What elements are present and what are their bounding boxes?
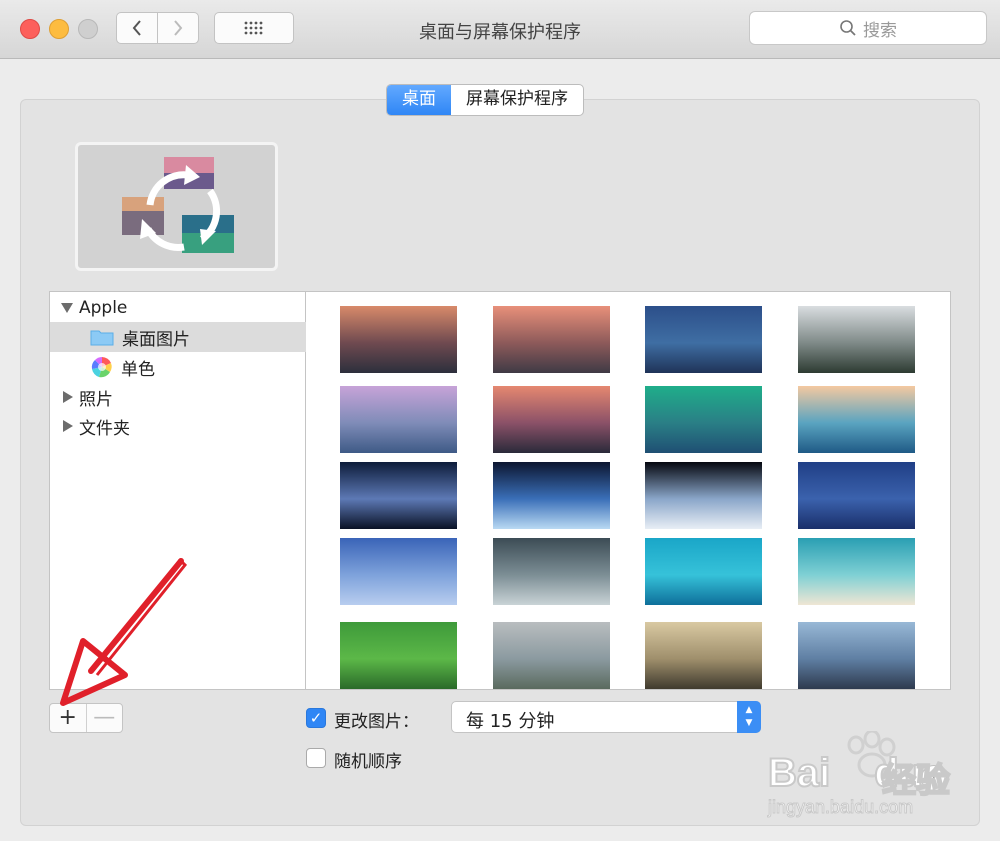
color-wheel-icon (91, 357, 112, 378)
wallpaper-thumb-blue-mountains-dusk[interactable] (645, 306, 762, 373)
wallpaper-thumb-green-wave[interactable] (645, 386, 762, 453)
wallpaper-thumb-ocean-wave-blue[interactable] (798, 386, 915, 453)
wallpaper-thumb-storm-clouds[interactable] (493, 538, 610, 605)
title-bar: 桌面与屏幕保护程序 搜索 (0, 0, 1000, 59)
watermark-cn: 经验 (881, 760, 951, 802)
search-placeholder: 搜索 (863, 20, 897, 41)
sidebar-item-folders[interactable]: 文件夹 (50, 411, 318, 441)
sidebar-item-label: Apple (79, 298, 128, 318)
tab-desktop[interactable]: 桌面 (387, 85, 451, 115)
sidebar-item-solid-colors[interactable]: 单色 (50, 352, 346, 382)
sidebar-item-label: 单色 (121, 359, 155, 380)
wallpaper-thumb-sky-crescent-moon[interactable] (340, 538, 457, 605)
wallpaper-gallery (306, 291, 951, 690)
folder-icon (90, 330, 114, 346)
wallpaper-thumb-galaxy-spiral[interactable] (340, 462, 457, 529)
sidebar-item-label: 文件夹 (79, 418, 130, 439)
wallpaper-thumb-earth-horizon-moon[interactable] (493, 462, 610, 529)
interval-value: 每 15 分钟 (466, 711, 555, 732)
annotation-arrow-icon (60, 557, 188, 706)
wallpaper-thumb-green-terraces[interactable] (340, 622, 457, 689)
wallpaper-thumb-rocky-lake-sunset[interactable] (493, 386, 610, 453)
disclosure-collapsed-icon[interactable] (63, 391, 73, 403)
sidebar-item-label: 照片 (79, 389, 113, 410)
sidebar-item-apple[interactable]: Apple (50, 293, 316, 323)
tab-screensaver[interactable]: 屏幕保护程序 (451, 85, 583, 115)
disclosure-expanded-icon[interactable] (61, 303, 73, 313)
wallpaper-thumb-sierra-sunset-mountains[interactable] (340, 306, 457, 373)
watermark-url: jingyan.baidu.com (767, 797, 914, 818)
random-order-checkbox[interactable] (306, 748, 326, 768)
search-icon (840, 20, 856, 36)
wallpaper-thumb-forest-sunrays[interactable] (645, 622, 762, 689)
random-order-label: 随机顺序 (334, 752, 402, 772)
desktop-preview (75, 142, 278, 271)
wallpaper-thumb-beach-shore[interactable] (798, 538, 915, 605)
change-picture-label: 更改图片： (334, 712, 419, 732)
wallpaper-thumb-milky-way-blue[interactable] (798, 462, 915, 529)
change-picture-checkbox[interactable]: ✓ (306, 708, 326, 728)
wallpaper-thumb-earth-from-space[interactable] (645, 462, 762, 529)
wallpaper-thumb-turquoise-water[interactable] (645, 538, 762, 605)
watermark-brand: Bai (767, 750, 831, 796)
sidebar-item-label: 桌面图片 (122, 329, 190, 350)
wallpaper-thumb-yosemite-half-dome-pink[interactable] (340, 386, 457, 453)
interval-popup[interactable]: 每 15 分钟 ▲ ▼ (451, 701, 761, 733)
disclosure-collapsed-icon[interactable] (63, 420, 73, 432)
baidu-watermark: Bai du 经验 jingyan.baidu.com (762, 731, 962, 821)
rotating-pictures-icon (122, 157, 234, 253)
tab-control: 桌面 屏幕保护程序 (386, 84, 584, 116)
wallpaper-thumb-sierra-sunset-range[interactable] (493, 306, 610, 373)
sidebar-item-desktop-pictures[interactable]: 桌面图片 (50, 322, 345, 352)
sidebar-item-photos[interactable]: 照片 (50, 382, 318, 412)
popup-arrows-icon: ▲ ▼ (737, 701, 761, 733)
wallpaper-thumb-foggy-forest-cliff[interactable] (798, 306, 915, 373)
wallpaper-thumb-autumn-fog-valley[interactable] (493, 622, 610, 689)
search-field[interactable]: 搜索 (749, 11, 987, 45)
wallpaper-thumb-misty-mountain-layers[interactable] (798, 622, 915, 689)
